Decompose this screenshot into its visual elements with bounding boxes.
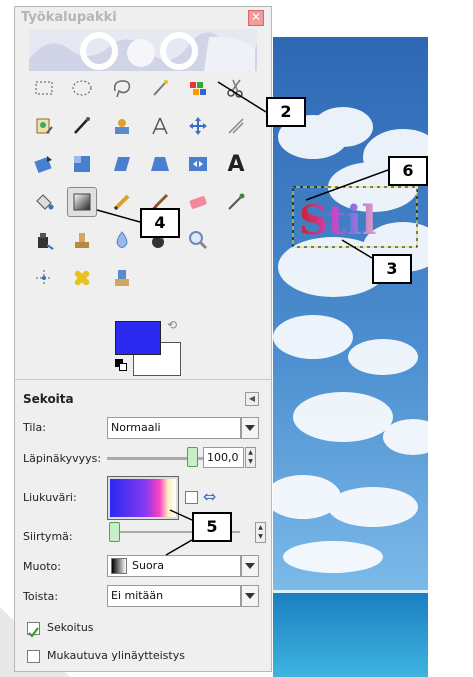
callout-lines: [96, 81, 389, 556]
callout-label: 4: [140, 208, 180, 238]
callout-label: 2: [266, 97, 306, 127]
callout-label: 3: [372, 254, 412, 284]
callout-label: 5: [192, 512, 232, 542]
callout-label: 6: [388, 156, 428, 186]
